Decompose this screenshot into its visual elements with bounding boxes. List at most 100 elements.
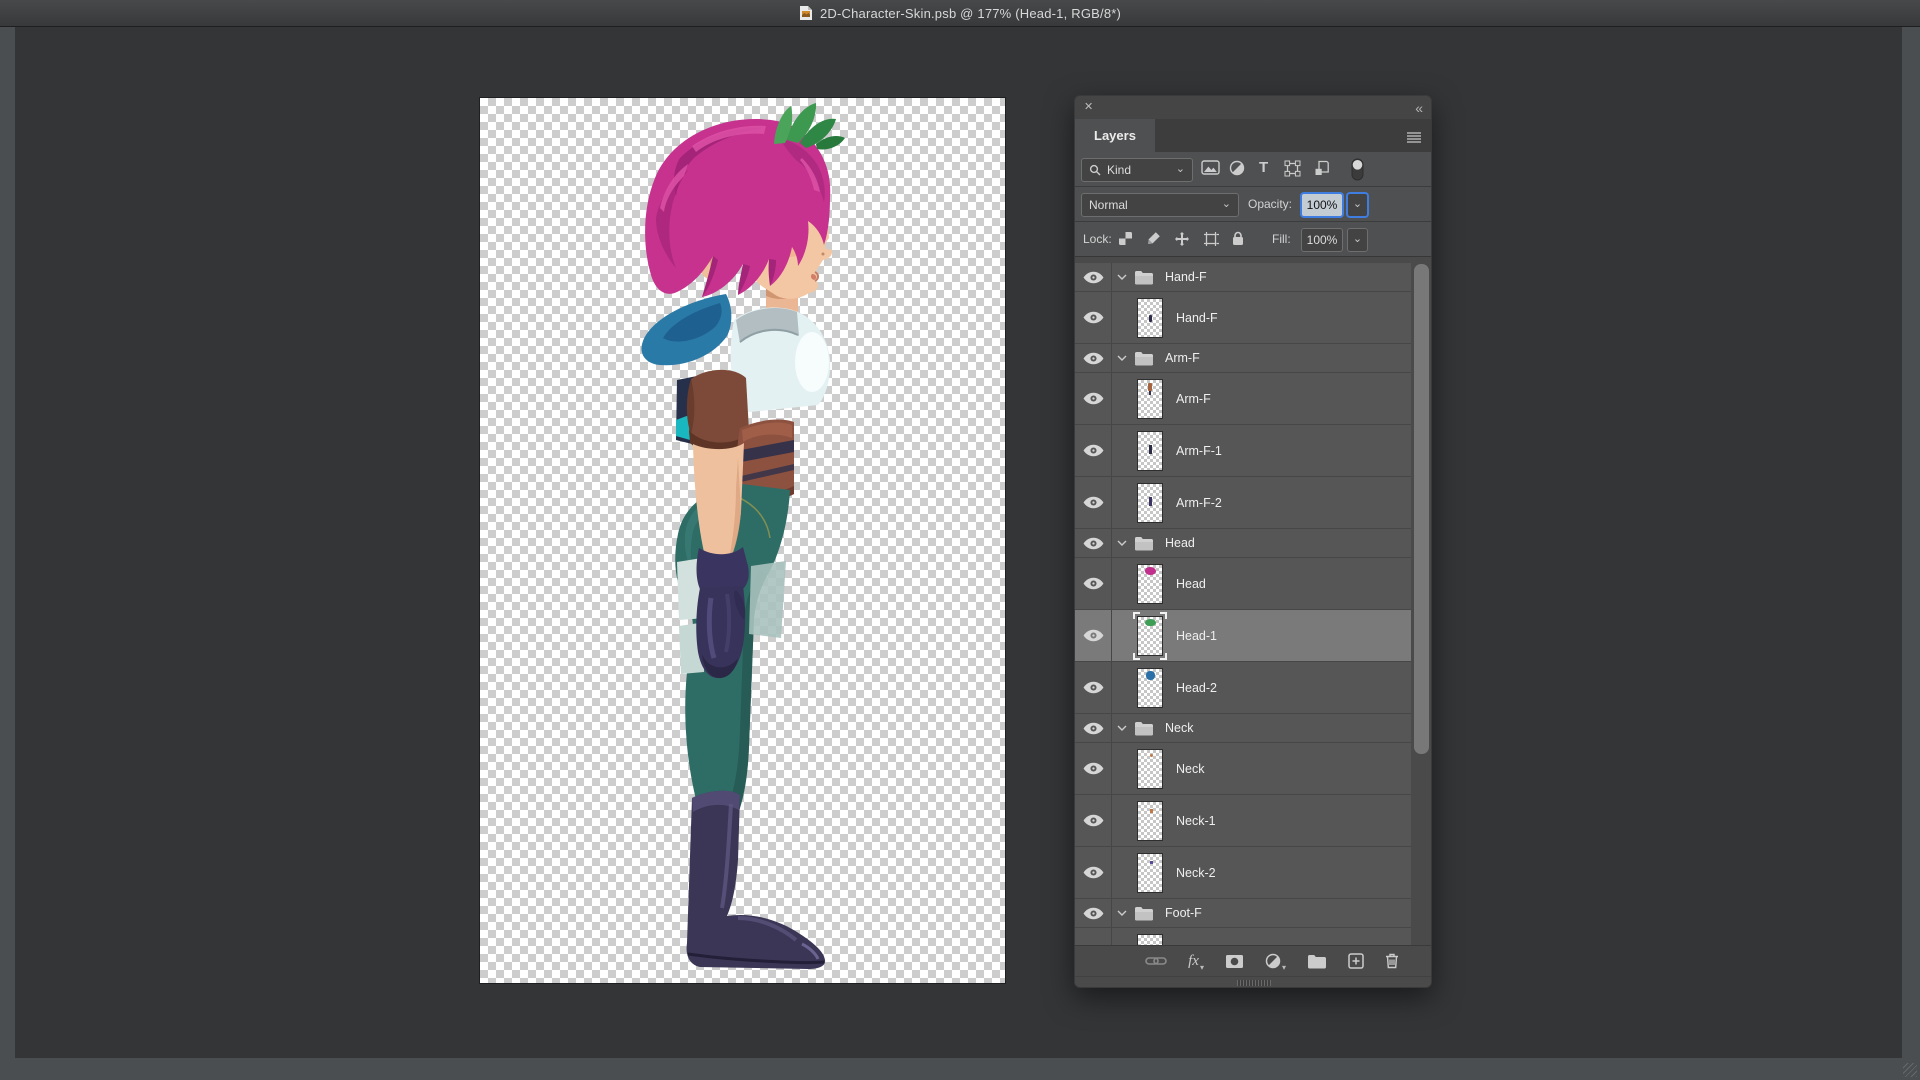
layer-row-partial[interactable] [1075, 928, 1411, 945]
visibility-toggle[interactable] [1075, 425, 1112, 476]
lock-move-icon[interactable] [1174, 231, 1190, 247]
layer-thumbnail[interactable] [1137, 430, 1163, 471]
group-row-arm-f[interactable]: Arm-F [1075, 344, 1411, 373]
fill-input[interactable]: 100% [1301, 228, 1343, 252]
layer-row-hand-f[interactable]: Hand-F [1075, 292, 1411, 344]
visibility-toggle[interactable] [1075, 477, 1112, 528]
group-name[interactable]: Foot-F [1165, 906, 1202, 920]
layer-name[interactable]: Neck [1176, 762, 1204, 776]
layer-name[interactable]: Head [1176, 577, 1206, 591]
blend-mode-select[interactable]: Normal ⌄ [1081, 193, 1239, 217]
group-row-foot-f[interactable]: Foot-F [1075, 899, 1411, 928]
visibility-toggle[interactable] [1075, 662, 1112, 713]
group-name[interactable]: Arm-F [1165, 351, 1200, 365]
layer-name[interactable]: Arm-F-2 [1176, 496, 1222, 510]
visibility-toggle[interactable] [1075, 795, 1112, 846]
chevron-down-icon[interactable] [1117, 725, 1127, 731]
layer-name[interactable]: Hand-F [1176, 311, 1218, 325]
panel-header[interactable]: ✕ « [1075, 96, 1431, 119]
layer-row-neck-2[interactable]: Neck-2 [1075, 847, 1411, 899]
layer-name[interactable]: Head-1 [1176, 629, 1217, 643]
visibility-toggle[interactable] [1075, 344, 1112, 372]
layer-thumbnail[interactable] [1137, 800, 1163, 841]
adjustment-layer-filter-icon[interactable] [1229, 160, 1245, 176]
link-layers-icon[interactable] [1145, 955, 1167, 967]
new-adjustment-layer-button[interactable]: ▾ [1265, 953, 1286, 972]
layer-thumbnail[interactable] [1137, 933, 1163, 945]
layer-thumbnail[interactable] [1137, 378, 1163, 419]
filter-toggle[interactable] [1351, 158, 1364, 181]
shape-layer-filter-icon[interactable] [1284, 160, 1301, 177]
collapse-panel-icon[interactable]: « [1415, 101, 1423, 115]
add-layer-mask-button[interactable] [1225, 954, 1244, 969]
visibility-toggle[interactable] [1075, 529, 1112, 557]
group-row-head[interactable]: Head [1075, 529, 1411, 558]
search-icon [1089, 164, 1101, 176]
delete-layer-button[interactable] [1385, 953, 1399, 969]
layer-row-head[interactable]: Head [1075, 558, 1411, 610]
fill-dropdown-button[interactable]: ⌄ [1347, 228, 1368, 252]
new-group-button[interactable] [1307, 954, 1327, 969]
layer-row-neck-1[interactable]: Neck-1 [1075, 795, 1411, 847]
layer-row-arm-f[interactable]: Arm-F [1075, 373, 1411, 425]
kind-filter-select[interactable]: Kind ⌄ [1081, 158, 1193, 182]
layer-thumbnail[interactable] [1137, 297, 1163, 338]
layer-thumbnail[interactable] [1137, 563, 1163, 604]
visibility-toggle[interactable] [1075, 263, 1112, 291]
pixel-layer-filter-icon[interactable] [1201, 160, 1220, 175]
smart-object-filter-icon[interactable] [1314, 160, 1330, 176]
layer-row-head-2[interactable]: Head-2 [1075, 662, 1411, 714]
layer-name[interactable]: Arm-F-1 [1176, 444, 1222, 458]
chevron-down-icon[interactable] [1117, 910, 1127, 916]
layer-name[interactable]: Head-2 [1176, 681, 1217, 695]
layer-name[interactable]: Neck-1 [1176, 814, 1216, 828]
layer-thumbnail[interactable] [1133, 611, 1167, 660]
layer-list: Hand-F Hand-F Arm-F Arm-F Arm-F-1 Arm-F- [1075, 258, 1431, 945]
layer-name[interactable]: Arm-F [1176, 392, 1211, 406]
group-name[interactable]: Hand-F [1165, 270, 1207, 284]
group-name[interactable]: Neck [1165, 721, 1193, 735]
type-layer-filter-icon[interactable]: T [1259, 159, 1268, 176]
layer-row-arm-f-2[interactable]: Arm-F-2 [1075, 477, 1411, 529]
layer-row-arm-f-1[interactable]: Arm-F-1 [1075, 425, 1411, 477]
visibility-toggle[interactable] [1075, 714, 1112, 742]
layer-row-neck[interactable]: Neck [1075, 743, 1411, 795]
layer-thumbnail[interactable] [1137, 852, 1163, 893]
visibility-toggle[interactable] [1075, 743, 1112, 794]
folder-icon [1134, 721, 1154, 736]
visibility-toggle[interactable] [1075, 899, 1112, 927]
visibility-toggle[interactable] [1075, 292, 1112, 343]
visibility-toggle[interactable] [1075, 847, 1112, 898]
blend-mode-value: Normal [1089, 198, 1128, 212]
panel-resize-grip[interactable] [1075, 976, 1431, 987]
scrollbar-thumb[interactable] [1414, 264, 1429, 754]
lock-artboard-icon[interactable] [1203, 231, 1219, 247]
visibility-toggle[interactable] [1075, 558, 1112, 609]
group-name[interactable]: Head [1165, 536, 1195, 550]
lock-all-icon[interactable] [1232, 231, 1244, 246]
layer-thumbnail[interactable] [1137, 748, 1163, 789]
opacity-input[interactable]: 100% [1301, 193, 1343, 217]
layer-thumbnail[interactable] [1137, 482, 1163, 523]
document-canvas[interactable] [480, 98, 1005, 983]
visibility-toggle[interactable] [1075, 373, 1112, 424]
visibility-toggle[interactable] [1075, 610, 1112, 661]
chevron-down-icon[interactable] [1117, 274, 1127, 280]
visibility-toggle[interactable] [1075, 928, 1112, 945]
layer-name[interactable]: Neck-2 [1176, 866, 1216, 880]
layer-style-fx-button[interactable]: fx ▾ [1188, 953, 1204, 971]
lock-paint-brush-icon[interactable] [1146, 231, 1161, 246]
opacity-dropdown-button[interactable]: ⌄ [1347, 193, 1368, 217]
group-row-hand-f[interactable]: Hand-F [1075, 263, 1411, 292]
new-layer-button[interactable] [1348, 953, 1364, 969]
chevron-down-icon[interactable] [1117, 355, 1127, 361]
layer-row-head-1-selected[interactable]: Head-1 [1075, 610, 1411, 662]
tab-layers[interactable]: Layers [1075, 119, 1155, 152]
panel-menu-icon[interactable] [1406, 130, 1422, 148]
chevron-down-icon[interactable] [1117, 540, 1127, 546]
lock-transparency-icon[interactable] [1118, 231, 1133, 246]
resize-grip[interactable] [1903, 1063, 1917, 1077]
group-row-neck[interactable]: Neck [1075, 714, 1411, 743]
layer-thumbnail[interactable] [1137, 667, 1163, 708]
close-icon[interactable]: ✕ [1084, 102, 1093, 113]
